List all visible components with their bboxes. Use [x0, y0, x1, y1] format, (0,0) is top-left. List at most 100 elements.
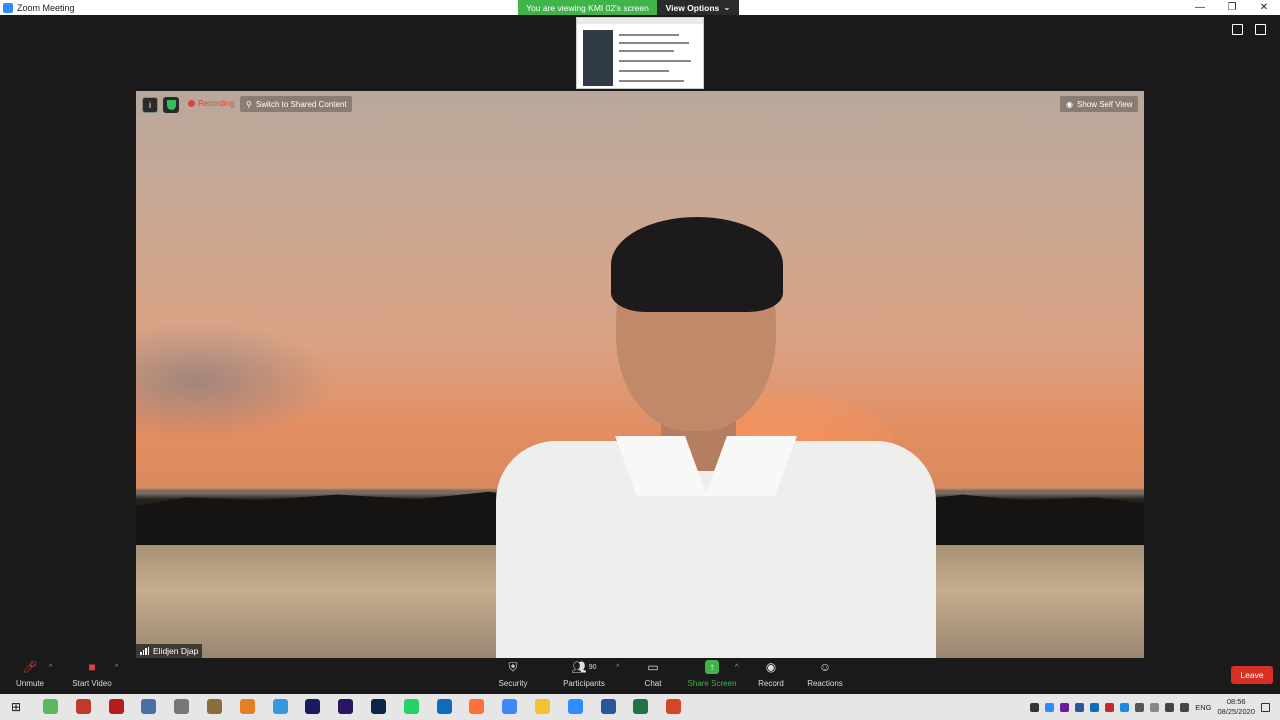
recording-indicator: Recording: [188, 99, 234, 108]
system-tray: ENG 08:56 08/25/2020: [1030, 694, 1280, 720]
thumbnail-line: [619, 70, 669, 72]
word-taskbar-icon[interactable]: [600, 699, 616, 714]
chat-label: Chat: [644, 679, 662, 688]
record-label: Record: [758, 679, 784, 688]
firefox-taskbar-icon[interactable]: [469, 699, 485, 714]
whatsapp-taskbar-icon[interactable]: [403, 699, 419, 714]
speaker-video[interactable]: i Recording ⚲ Switch to Shared Content ◉…: [136, 91, 1144, 658]
share-screen-icon: ↑: [705, 660, 719, 674]
shared-screen-thumbnail[interactable]: [576, 17, 704, 89]
top-right-controls: [1232, 24, 1266, 35]
microphone-muted-icon: 🎤︎: [22, 660, 38, 674]
window-controls: — ❐ ✕: [1184, 0, 1280, 15]
gimp-taskbar-icon[interactable]: [207, 699, 222, 714]
record-button[interactable]: ◉ Record: [756, 660, 786, 688]
security-button[interactable]: ⛨ Security: [496, 659, 530, 689]
participants-icon: 👥︎ 90: [571, 660, 597, 674]
sei-taskbar-icon[interactable]: [174, 699, 190, 714]
leave-button[interactable]: Leave: [1231, 666, 1273, 684]
reactions-label: Reactions: [807, 679, 843, 688]
start-video-button[interactable]: ■ Start Video: [71, 660, 113, 688]
participant-name-label: Elidjen Djap: [136, 644, 203, 658]
notifications-icon[interactable]: [1261, 702, 1270, 712]
unmute-label: Unmute: [15, 679, 44, 688]
thumbnail-line: [619, 42, 689, 44]
chrome-taskbar-icon[interactable]: [502, 699, 518, 714]
minimize-button[interactable]: —: [1184, 0, 1216, 15]
teams-tray-icon[interactable]: [1075, 702, 1085, 712]
windows-start-icon[interactable]: ⊞: [0, 694, 32, 720]
zoom-tray-icon[interactable]: [1045, 702, 1055, 712]
recording-label: Recording: [198, 99, 235, 108]
share-screen-label: Share Screen: [687, 679, 737, 688]
speaker-figure: [496, 217, 936, 658]
wifi-icon[interactable]: [1165, 702, 1175, 712]
app-orange-taskbar-icon[interactable]: [239, 699, 255, 714]
speaker-hair: [611, 217, 783, 312]
video-options-chevron-icon[interactable]: ^: [115, 664, 118, 671]
thumbnail-toolbar: [577, 18, 703, 24]
language-indicator[interactable]: ENG: [1195, 703, 1211, 712]
layout-icon[interactable]: [1232, 24, 1243, 35]
encryption-shield-icon[interactable]: [163, 97, 179, 113]
paint-taskbar-icon[interactable]: [272, 699, 288, 714]
clock-date: 08/25/2020: [1217, 707, 1255, 716]
participants-options-chevron-icon[interactable]: ^: [616, 664, 619, 671]
maps-taskbar-icon[interactable]: [43, 699, 58, 714]
volume-icon[interactable]: [1180, 702, 1190, 712]
app-tray-icon[interactable]: [1060, 702, 1070, 712]
excel-taskbar-icon[interactable]: [633, 699, 649, 714]
switch-to-shared-content-button[interactable]: ⚲ Switch to Shared Content: [240, 96, 352, 112]
video-off-icon: ■: [88, 660, 96, 674]
show-self-view-label: Show Self View: [1076, 99, 1133, 109]
shield-icon: ⛨: [508, 659, 518, 674]
eye-icon: ◉: [1066, 99, 1073, 109]
flash-taskbar-icon[interactable]: [108, 699, 124, 714]
participants-label: Participants: [563, 679, 605, 688]
signal-strength-icon: [140, 647, 149, 655]
media-encoder-taskbar-icon[interactable]: [305, 699, 321, 714]
share-screen-button[interactable]: ↑ Share Screen: [687, 660, 737, 688]
participants-button[interactable]: 👥︎ 90 Participants: [560, 660, 608, 688]
restore-button[interactable]: ❐: [1216, 0, 1248, 15]
chevron-down-icon: ⌄: [723, 2, 731, 12]
app-red-taskbar-icon[interactable]: [75, 699, 91, 714]
close-button[interactable]: ✕: [1248, 0, 1280, 15]
network-tray-icon[interactable]: [1135, 702, 1145, 712]
premiere-taskbar-icon[interactable]: [338, 699, 354, 714]
participants-count: 90: [588, 663, 597, 671]
unmute-button[interactable]: 🎤︎ Unmute: [14, 660, 46, 688]
fullscreen-icon[interactable]: [1255, 24, 1266, 35]
microphone-tray-icon[interactable]: [1030, 702, 1040, 712]
switch-shared-label: Switch to Shared Content: [255, 99, 347, 109]
chat-bubble-icon: ▭: [647, 660, 659, 674]
zoom-window: Zoom Meeting — ❐ ✕ You are viewing KMI 0…: [0, 0, 1280, 720]
outlook-tray-icon[interactable]: [1090, 702, 1100, 712]
window-title: Zoom Meeting: [17, 2, 75, 13]
taskbar-clock[interactable]: 08:56 08/25/2020: [1217, 697, 1255, 717]
reactions-button[interactable]: ☺ Reactions: [805, 660, 845, 688]
show-self-view-button[interactable]: ◉ Show Self View: [1060, 96, 1138, 112]
meeting-info-icon[interactable]: i: [142, 97, 158, 113]
clock-time: 08:56: [1226, 697, 1246, 706]
thumbnail-line: [619, 50, 674, 52]
photoshop-taskbar-icon[interactable]: [371, 699, 386, 714]
outlook-taskbar-icon[interactable]: [436, 699, 452, 714]
view-options-button[interactable]: View Options ⌄: [657, 0, 739, 15]
security-tray-icon[interactable]: [1105, 702, 1115, 712]
audio-options-chevron-icon[interactable]: ^: [49, 664, 52, 671]
video-background-cloud: [136, 321, 336, 441]
thumbnail-line: [619, 34, 679, 36]
meeting-toolbar: 🎤︎ Unmute ^ ■ Start Video ^ ⛨ Security 👥…: [0, 658, 1280, 694]
powerpoint-taskbar-icon[interactable]: [666, 699, 682, 714]
calculator-taskbar-icon[interactable]: [141, 699, 157, 714]
windows-taskbar: ⊞ ENG 08:56 08/25/2020: [0, 694, 1280, 720]
file-explorer-taskbar-icon[interactable]: [535, 699, 550, 714]
zoom-taskbar-icon[interactable]: [567, 699, 583, 714]
record-icon: ◉: [765, 660, 777, 674]
thumbnail-line: [619, 80, 684, 82]
chat-button[interactable]: ▭ Chat: [642, 660, 664, 688]
share-options-chevron-icon[interactable]: ^: [735, 664, 738, 671]
onedrive-cloud-icon[interactable]: [1120, 702, 1130, 712]
bluetooth-tray-icon[interactable]: [1150, 702, 1160, 712]
